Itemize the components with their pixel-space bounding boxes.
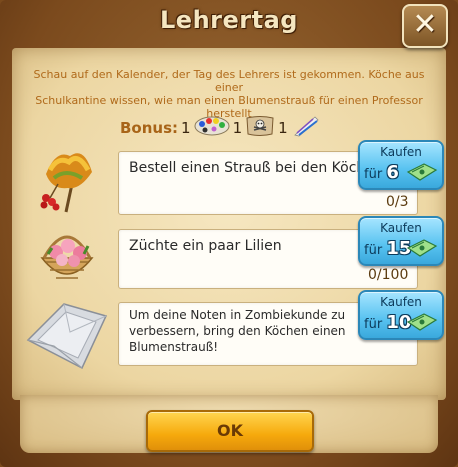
banknote-icon <box>406 238 438 262</box>
feather-quills-icon <box>291 115 321 141</box>
quest-description: Schau auf den Kalender, der Tag des Lehr… <box>30 68 428 120</box>
task-progress-2: 0/100 <box>368 267 409 283</box>
bonus-count-2: 1 <box>232 119 243 137</box>
buy-button-2[interactable]: Kaufen für 15 <box>358 216 444 266</box>
buy-label-2: Kaufen <box>380 221 422 235</box>
treasure-map-icon <box>245 115 275 141</box>
flower-bouquet-icon <box>36 144 102 219</box>
task-progress-1: 0/3 <box>386 194 409 210</box>
buy-price-1: für 6 <box>364 162 399 183</box>
buy-label-3: Kaufen <box>380 295 422 309</box>
paint-palette-icon <box>194 115 230 141</box>
close-x-icon: ✕ <box>412 7 438 42</box>
bonus-count-3: 1 <box>278 119 288 137</box>
buy-button-1[interactable]: Kaufen für 6 <box>358 140 444 190</box>
dialog-title: Lehrertag <box>160 6 298 34</box>
banknote-icon <box>406 312 438 336</box>
buy-price-3: für 10 <box>364 312 411 333</box>
bonus-count-1: 1 <box>181 119 191 137</box>
buy-label-1: Kaufen <box>380 145 422 159</box>
buy-button-3[interactable]: Kaufen für 10 <box>358 290 444 340</box>
close-button[interactable]: ✕ <box>402 4 448 48</box>
buy-prefix-1: für <box>364 167 383 182</box>
banknote-icon <box>406 162 438 186</box>
buy-price-2: für 15 <box>364 238 411 259</box>
wrapping-paper-icon <box>24 296 110 377</box>
buy-prefix-3: für <box>364 317 383 332</box>
bonus-row: Bonus: 1 1 1 <box>120 115 321 141</box>
description-line-1: Schau auf den Kalender, der Tag des Lehr… <box>33 68 425 94</box>
buy-prefix-2: für <box>364 243 383 258</box>
bonus-label: Bonus: <box>120 119 179 137</box>
buy-amount-1: 6 <box>386 162 399 183</box>
lily-basket-icon <box>34 224 100 293</box>
ok-button[interactable]: OK <box>146 410 314 452</box>
